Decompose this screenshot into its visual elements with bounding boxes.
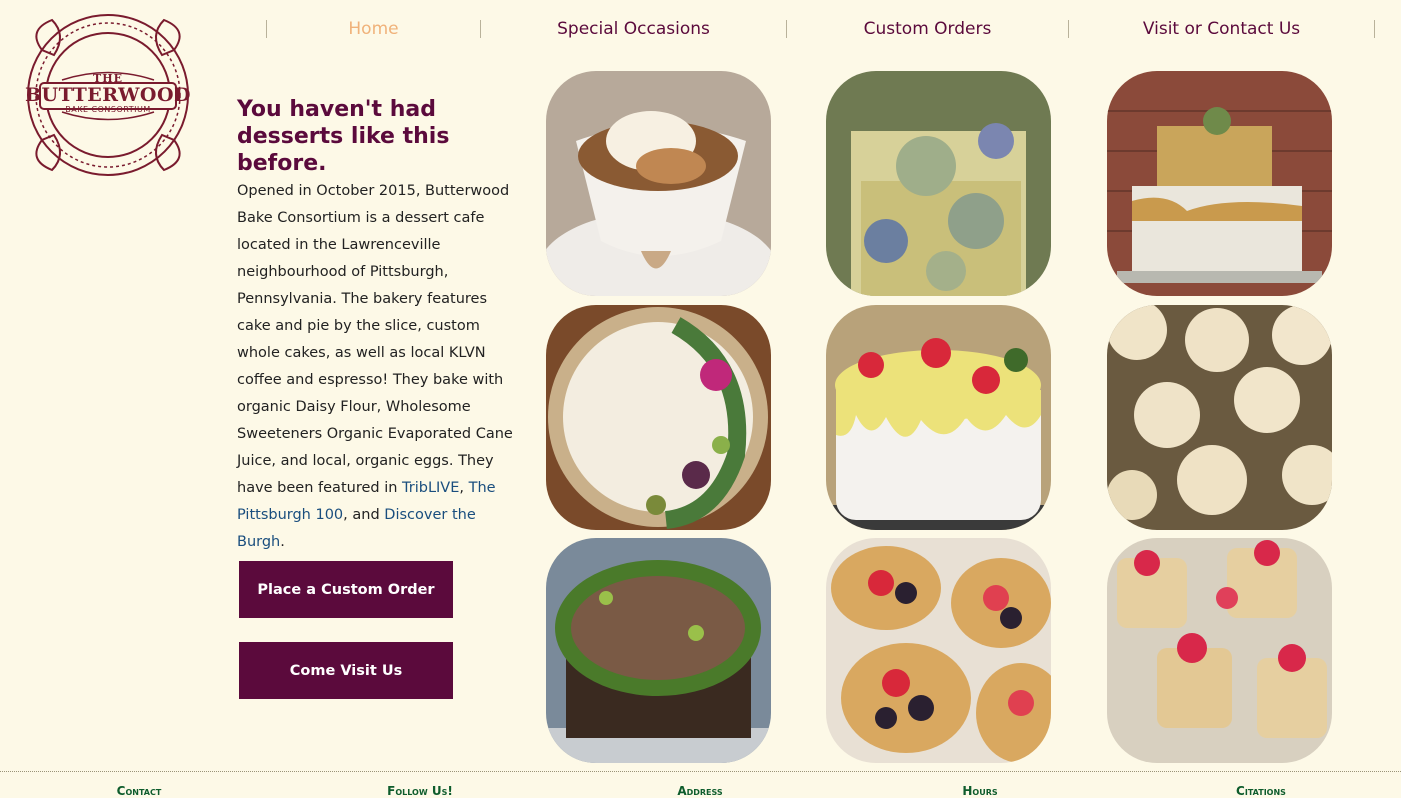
footer: Contact Follow Us! Address Hours Citatio… [0, 771, 1401, 798]
petal-mini-cakes-photo[interactable] [1107, 538, 1332, 763]
intro-paragraph: Opened in October 2015, Butterwood Bake … [237, 178, 525, 556]
intro-end: . [280, 534, 285, 550]
chocolate-wreath-cake-photo[interactable] [546, 538, 771, 763]
pie-photo-icon [546, 305, 771, 530]
nav-divider [1374, 20, 1375, 38]
place-custom-order-button[interactable]: Place a Custom Order [239, 561, 453, 618]
rose-cupcakes-photo[interactable] [1107, 305, 1332, 530]
logo-wordmark: THE BUTTERWOOD BAKE CONSORTIUM [22, 10, 194, 180]
intro-separator: , [459, 480, 469, 496]
nav-item-visit-contact[interactable]: Visit or Contact Us [1069, 19, 1374, 39]
nav-item-custom-orders[interactable]: Custom Orders [787, 19, 1068, 39]
succulent-cake-photo[interactable] [826, 71, 1051, 296]
berry-tarts-photo[interactable] [826, 538, 1051, 763]
cake-photo-icon [826, 305, 1051, 530]
logo-name: BUTTERWOOD [25, 84, 191, 106]
affogato-photo[interactable] [546, 71, 771, 296]
strawberry-drip-cake-photo[interactable] [826, 305, 1051, 530]
gold-leaf-cake-photo[interactable] [1107, 71, 1332, 296]
logo-subtitle: BAKE CONSORTIUM [65, 105, 151, 114]
nav-item-special-occasions[interactable]: Special Occasions [481, 19, 786, 39]
main-nav: Home Special Occasions Custom Orders Vis… [266, 10, 1376, 48]
cake-photo-icon [1107, 538, 1332, 763]
come-visit-us-button[interactable]: Come Visit Us [239, 642, 453, 699]
nav-item-home[interactable]: Home [267, 19, 480, 39]
tart-photo-icon [826, 538, 1051, 763]
floral-pie-photo[interactable] [546, 305, 771, 530]
page-headline: You haven't had desserts like this befor… [237, 97, 450, 176]
intro-text: Opened in October 2015, Butterwood Bake … [237, 183, 513, 496]
triblive-link[interactable]: TribLIVE [402, 480, 459, 496]
dessert-cup-photo-icon [546, 71, 771, 296]
cake-photo-icon [546, 538, 771, 763]
intro-separator: , and [343, 507, 385, 523]
cupcake-photo-icon [1107, 305, 1332, 530]
butterwood-logo[interactable]: THE BUTTERWOOD BAKE CONSORTIUM [22, 10, 194, 180]
cake-photo-icon [826, 71, 1051, 296]
cake-photo-icon [1107, 71, 1332, 296]
